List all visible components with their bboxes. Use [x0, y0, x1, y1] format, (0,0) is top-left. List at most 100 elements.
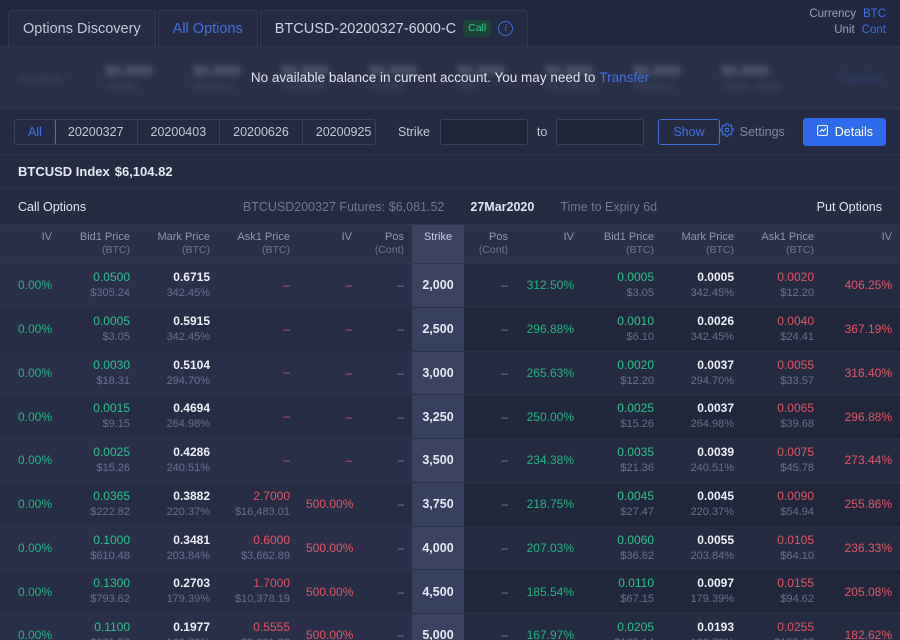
strike-value[interactable]: 4,500: [412, 570, 464, 614]
call-iv-ask[interactable]: 500.00%: [298, 570, 360, 614]
call-mark-price[interactable]: 0.5104294.70%: [138, 351, 218, 395]
tab-all-options[interactable]: All Options: [158, 10, 258, 46]
call-iv-bid[interactable]: 0.00%: [0, 439, 60, 483]
expiry-option-20200403[interactable]: 20200403: [138, 120, 221, 144]
table-row[interactable]: 0.00%0.0005$3.050.5915342.45%–––2,500–29…: [0, 307, 900, 351]
show-button[interactable]: Show: [658, 119, 719, 145]
call-iv-ask[interactable]: 500.00%: [298, 482, 360, 526]
table-row[interactable]: 0.00%0.0015$9.150.4694264.98%–––3,250–25…: [0, 395, 900, 439]
put-iv-bid[interactable]: 265.63%: [516, 351, 582, 395]
currency-value[interactable]: BTC: [863, 6, 886, 22]
put-mark-price[interactable]: 0.0037294.70%: [662, 351, 742, 395]
table-row[interactable]: 0.00%0.1000$610.480.3481203.84%0.6000$3,…: [0, 526, 900, 570]
strike-value[interactable]: 2,500: [412, 307, 464, 351]
call-bid-price[interactable]: 0.0365$222.82: [60, 482, 138, 526]
put-iv-ask[interactable]: 255.86%: [822, 482, 900, 526]
put-iv-ask[interactable]: 273.44%: [822, 439, 900, 483]
tab-btcusd-20200327-6000-c[interactable]: BTCUSD-20200327-6000-C Call i: [260, 10, 528, 46]
call-iv-ask[interactable]: 500.00%: [298, 526, 360, 570]
call-iv-ask[interactable]: –: [298, 351, 360, 395]
put-iv-ask[interactable]: 406.25%: [822, 264, 900, 308]
put-bid-price[interactable]: 0.0010$6.10: [582, 307, 662, 351]
call-iv-ask[interactable]: –: [298, 307, 360, 351]
put-mark-price[interactable]: 0.0037264.98%: [662, 395, 742, 439]
strike-from-input[interactable]: [440, 119, 528, 145]
call-bid-price[interactable]: 0.1100$671.53: [60, 614, 138, 640]
put-mark-price[interactable]: 0.0193163.79%: [662, 614, 742, 640]
put-iv-ask[interactable]: 367.19%: [822, 307, 900, 351]
put-position[interactable]: –: [464, 439, 516, 483]
call-mark-price[interactable]: 0.6715342.45%: [138, 264, 218, 308]
expiry-option-20200925[interactable]: 20200925: [303, 120, 376, 144]
put-iv-bid[interactable]: 218.75%: [516, 482, 582, 526]
call-position[interactable]: –: [360, 526, 412, 570]
call-position[interactable]: –: [360, 614, 412, 640]
put-iv-ask[interactable]: 316.40%: [822, 351, 900, 395]
table-row[interactable]: 0.00%0.0030$18.310.5104294.70%–––3,000–2…: [0, 351, 900, 395]
call-ask-price[interactable]: –: [218, 351, 298, 395]
put-iv-bid[interactable]: 185.54%: [516, 570, 582, 614]
put-bid-price[interactable]: 0.0035$21.36: [582, 439, 662, 483]
call-bid-price[interactable]: 0.1000$610.48: [60, 526, 138, 570]
strike-value[interactable]: 3,250: [412, 395, 464, 439]
call-position[interactable]: –: [360, 395, 412, 439]
put-position[interactable]: –: [464, 395, 516, 439]
strike-value[interactable]: 3,000: [412, 351, 464, 395]
unit-value[interactable]: Cont: [862, 22, 886, 38]
put-iv-ask[interactable]: 182.62%: [822, 614, 900, 640]
strike-value[interactable]: 3,750: [412, 482, 464, 526]
call-position[interactable]: –: [360, 307, 412, 351]
call-bid-price[interactable]: 0.1300$793.62: [60, 570, 138, 614]
table-row[interactable]: 0.00%0.0025$15.260.4286240.51%–––3,500–2…: [0, 439, 900, 483]
put-mark-price[interactable]: 0.0005342.45%: [662, 264, 742, 308]
put-iv-ask[interactable]: 296.88%: [822, 395, 900, 439]
call-ask-price[interactable]: 2.7000$16,483.01: [218, 482, 298, 526]
put-ask-price[interactable]: 0.0105$64.10: [742, 526, 822, 570]
put-mark-price[interactable]: 0.0039240.51%: [662, 439, 742, 483]
put-bid-price[interactable]: 0.0020$12.20: [582, 351, 662, 395]
put-bid-price[interactable]: 0.0025$15.26: [582, 395, 662, 439]
transfer-link[interactable]: Transfer: [599, 70, 649, 85]
put-ask-price[interactable]: 0.0155$94.62: [742, 570, 822, 614]
call-ask-price[interactable]: –: [218, 307, 298, 351]
call-bid-price[interactable]: 0.0025$15.26: [60, 439, 138, 483]
settings-button[interactable]: Settings: [720, 123, 785, 140]
call-ask-price[interactable]: 1.7000$10,378.19: [218, 570, 298, 614]
call-position[interactable]: –: [360, 264, 412, 308]
put-ask-price[interactable]: 0.0065$39.68: [742, 395, 822, 439]
put-ask-price[interactable]: 0.0075$45.78: [742, 439, 822, 483]
strike-value[interactable]: 3,500: [412, 439, 464, 483]
call-ask-price[interactable]: –: [218, 264, 298, 308]
info-icon[interactable]: i: [498, 21, 513, 36]
call-ask-price[interactable]: –: [218, 395, 298, 439]
put-position[interactable]: –: [464, 614, 516, 640]
put-iv-bid[interactable]: 207.03%: [516, 526, 582, 570]
put-mark-price[interactable]: 0.0097179.39%: [662, 570, 742, 614]
call-iv-bid[interactable]: 0.00%: [0, 351, 60, 395]
strike-value[interactable]: 2,000: [412, 264, 464, 308]
put-position[interactable]: –: [464, 351, 516, 395]
tab-options-discovery[interactable]: Options Discovery: [8, 10, 156, 46]
call-iv-ask[interactable]: 500.00%: [298, 614, 360, 640]
expiry-option-all[interactable]: All: [14, 119, 56, 145]
put-bid-price[interactable]: 0.0205$125.14: [582, 614, 662, 640]
call-mark-price[interactable]: 0.4694264.98%: [138, 395, 218, 439]
call-iv-bid[interactable]: 0.00%: [0, 395, 60, 439]
call-iv-bid[interactable]: 0.00%: [0, 614, 60, 640]
put-position[interactable]: –: [464, 307, 516, 351]
call-iv-ask[interactable]: –: [298, 264, 360, 308]
call-ask-price[interactable]: 0.5555$3,391.22: [218, 614, 298, 640]
put-iv-ask[interactable]: 205.08%: [822, 570, 900, 614]
strike-value[interactable]: 5,000: [412, 614, 464, 640]
put-bid-price[interactable]: 0.0005$3.05: [582, 264, 662, 308]
put-ask-price[interactable]: 0.0255$155.67: [742, 614, 822, 640]
put-position[interactable]: –: [464, 482, 516, 526]
put-iv-bid[interactable]: 167.97%: [516, 614, 582, 640]
call-iv-ask[interactable]: –: [298, 439, 360, 483]
table-row[interactable]: 0.00%0.0500$305.240.6715342.45%–––2,000–…: [0, 264, 900, 308]
call-ask-price[interactable]: 0.6000$3,662.89: [218, 526, 298, 570]
put-mark-price[interactable]: 0.0026342.45%: [662, 307, 742, 351]
table-row[interactable]: 0.00%0.1300$793.620.2703179.39%1.7000$10…: [0, 570, 900, 614]
expiry-option-20200626[interactable]: 20200626: [220, 120, 303, 144]
call-position[interactable]: –: [360, 570, 412, 614]
